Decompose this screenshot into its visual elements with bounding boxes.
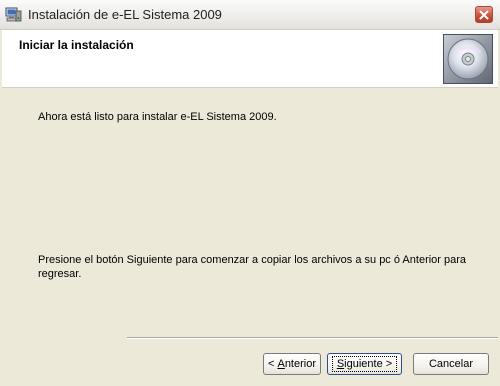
header-panel: Iniciar la instalación: [2, 30, 498, 88]
window-title: Instalación de e-EL Sistema 2009: [28, 7, 222, 22]
next-button-suffix: >: [382, 358, 393, 370]
instructions-message: Presione el botón Siguiente para comenza…: [38, 254, 467, 280]
installer-computer-icon: [5, 7, 22, 22]
close-icon: [479, 10, 489, 19]
ready-message: Ahora está listo para instalar e-EL Sist…: [38, 111, 277, 123]
back-button-prefix: <: [267, 358, 278, 370]
cd-disc-icon: [443, 34, 493, 84]
button-separator: [127, 337, 498, 339]
title-bar[interactable]: Instalación de e-EL Sistema 2009: [0, 0, 500, 30]
next-button[interactable]: Siguiente >: [327, 353, 402, 375]
next-button-focus: Siguiente >: [331, 356, 398, 372]
cancel-button-label: Cancelar: [428, 358, 474, 370]
cancel-button[interactable]: Cancelar: [413, 353, 489, 375]
installer-window: Instalación de e-EL Sistema 2009 Iniciar…: [0, 0, 500, 386]
page-title: Iniciar la instalación: [19, 38, 134, 52]
next-button-label: iguiente: [344, 358, 383, 370]
back-button[interactable]: < Anterior: [263, 353, 321, 375]
back-button-mnemonic: A: [277, 358, 285, 370]
back-button-label: nterior: [284, 358, 316, 370]
close-button[interactable]: [475, 6, 493, 23]
